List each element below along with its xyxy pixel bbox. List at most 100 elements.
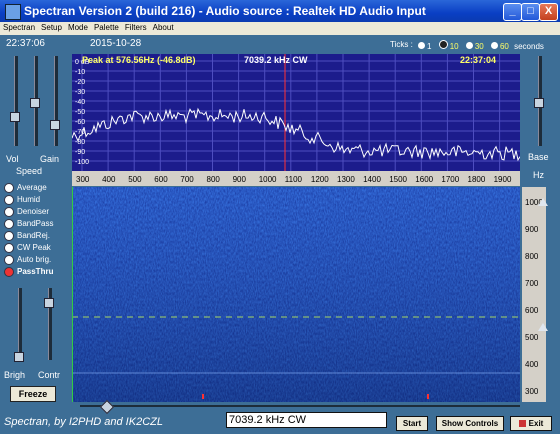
menu-setup[interactable]: Setup (38, 22, 65, 33)
radio-icon (4, 195, 14, 205)
base-label: Base (528, 152, 549, 162)
tick-radio-60[interactable]: 60 (490, 42, 509, 51)
close-button[interactable]: X (539, 3, 558, 21)
tuning-slider-track[interactable] (80, 405, 520, 407)
freq-tick-label: 1500 (389, 175, 407, 184)
vol-slider-track[interactable] (14, 56, 18, 146)
spectrum-time: 22:37:04 (460, 55, 497, 65)
waterfall-scale-label: 800 (525, 252, 539, 261)
freq-tick-label: 1200 (311, 175, 329, 184)
option-bandrej[interactable]: BandRej. (4, 231, 50, 243)
brigh-slider-track[interactable] (18, 288, 22, 360)
tuned-frequency: 7039.2 kHz CW (244, 55, 308, 65)
freq-tick-label: 500 (128, 175, 142, 184)
tick-radio-1[interactable]: 1 (418, 42, 431, 51)
db-tick-label: -70 (75, 129, 85, 136)
radio-icon (4, 207, 14, 217)
menu-about[interactable]: About (150, 22, 177, 33)
option-bandpass[interactable]: BandPass (4, 219, 53, 231)
waterfall-scale-label: 500 (525, 333, 539, 342)
freq-tick-label: 1300 (337, 175, 355, 184)
option-auto-brig[interactable]: Auto brig. (4, 255, 51, 267)
spectrum-trace (72, 107, 520, 162)
freeze-button[interactable]: Freeze (10, 386, 56, 402)
frequency-axis: 300 400 500 600 700 800 900 1000 1100 1200 1300 140… (72, 171, 520, 186)
vol-label: Vol (6, 154, 19, 164)
spectrum-plot: 0 dB-10-20-30-40-50-60-70-80-90-100 (72, 54, 520, 171)
scroll-mid-icon[interactable] (538, 323, 548, 331)
contr-label: Contr (38, 370, 61, 380)
credit-text: Spectran, by I2PHD and IK2CZL (4, 416, 163, 428)
gain-label: Gain (40, 154, 60, 164)
db-tick-label: -90 (75, 149, 85, 156)
show-controls-button[interactable]: Show Controls (436, 416, 504, 431)
ticks-unit: seconds (514, 42, 544, 51)
radio-icon (4, 219, 14, 229)
menu-palette[interactable]: Palette (91, 22, 122, 33)
db-tick-label: -20 (75, 79, 85, 86)
option-humid[interactable]: Humid (4, 195, 40, 207)
date-text: 2015-10-28 (90, 38, 142, 49)
gain-slider-track[interactable] (54, 56, 58, 146)
brigh-label: Brigh (4, 370, 26, 380)
speed-label: Speed (16, 166, 43, 176)
option-average[interactable]: Average (4, 183, 47, 195)
minimize-button[interactable]: _ (503, 3, 522, 21)
option-cw-peak[interactable]: CW Peak (4, 243, 51, 255)
start-button[interactable]: Start (396, 416, 428, 431)
freq-tick-label: 1000 (259, 175, 277, 184)
db-tick-label: -60 (75, 119, 85, 126)
menu-bar: Spectran Setup Mode Palette Filters About (0, 22, 560, 35)
exit-icon (518, 420, 526, 428)
freq-tick-label: 1600 (415, 175, 433, 184)
brigh-slider-knob[interactable] (14, 352, 24, 362)
scroll-up-icon[interactable] (538, 198, 548, 206)
left-control-panel: Vol Gain Speed Average Humid Denoiser Ba… (0, 52, 66, 402)
freq-tick-label: 1700 (441, 175, 459, 184)
db-tick-label: -40 (75, 99, 85, 106)
waterfall-scroll-track[interactable] (538, 198, 548, 398)
hz-label: Hz (533, 170, 544, 180)
exit-button[interactable]: Exit (510, 416, 552, 431)
freq-tick-label: 1400 (363, 175, 381, 184)
db-tick-label: -10 (75, 69, 85, 76)
freq-tick-label: 900 (233, 175, 247, 184)
radio-selected-icon (4, 267, 14, 277)
menu-spectran[interactable]: Spectran (0, 22, 38, 33)
freq-tick-label: 1100 (285, 175, 303, 184)
contr-slider-knob[interactable] (44, 298, 54, 308)
clock-time: 22:37:06 (6, 38, 45, 49)
tick-radio-10[interactable]: 10 (438, 40, 459, 51)
app-icon (5, 4, 21, 20)
freq-tick-label: 1800 (468, 175, 486, 184)
option-denoiser[interactable]: Denoiser (4, 207, 49, 219)
freq-tick-label: 700 (180, 175, 194, 184)
waterfall-scale-label: 300 (525, 387, 539, 396)
db-tick-label: -80 (75, 139, 85, 146)
freq-tick-label: 800 (207, 175, 221, 184)
base-slider-knob[interactable] (534, 98, 544, 108)
db-tick-label: -30 (75, 89, 85, 96)
tick-radio-30[interactable]: 30 (465, 42, 484, 51)
title-bar[interactable]: Spectran Version 2 (build 216) - Audio s… (0, 0, 560, 22)
freq-tick-label: 400 (102, 175, 116, 184)
right-control-panel: Base Hz (524, 52, 558, 182)
spectrum-display[interactable]: 0 dB -10 -20 -30 -40 -50 -60 -70 -80 -90 -100 Peak… (72, 54, 520, 171)
radio-icon (4, 183, 14, 193)
waterfall-scale-label: 700 (525, 279, 539, 288)
status-field[interactable]: 7039.2 kHz CW (226, 412, 387, 428)
peak-readout: Peak at 576.56Hz (-46.8dB) (82, 55, 196, 65)
waterfall-scale-label: 400 (525, 360, 539, 369)
menu-filters[interactable]: Filters (122, 22, 150, 33)
window-title: Spectran Version 2 (build 216) - Audio s… (24, 4, 426, 18)
freq-tick-label: 1900 (494, 175, 512, 184)
ticks-label: Ticks : (390, 40, 413, 49)
option-passthru[interactable]: PassThru (4, 267, 53, 279)
gain-slider-knob[interactable] (50, 120, 60, 130)
maximize-button[interactable]: □ (521, 3, 540, 21)
vol-slider-knob[interactable] (10, 112, 20, 122)
speed-slider-knob[interactable] (30, 98, 40, 108)
tuning-slider-knob[interactable] (99, 399, 115, 415)
waterfall-display[interactable] (72, 187, 520, 402)
menu-mode[interactable]: Mode (65, 22, 91, 33)
